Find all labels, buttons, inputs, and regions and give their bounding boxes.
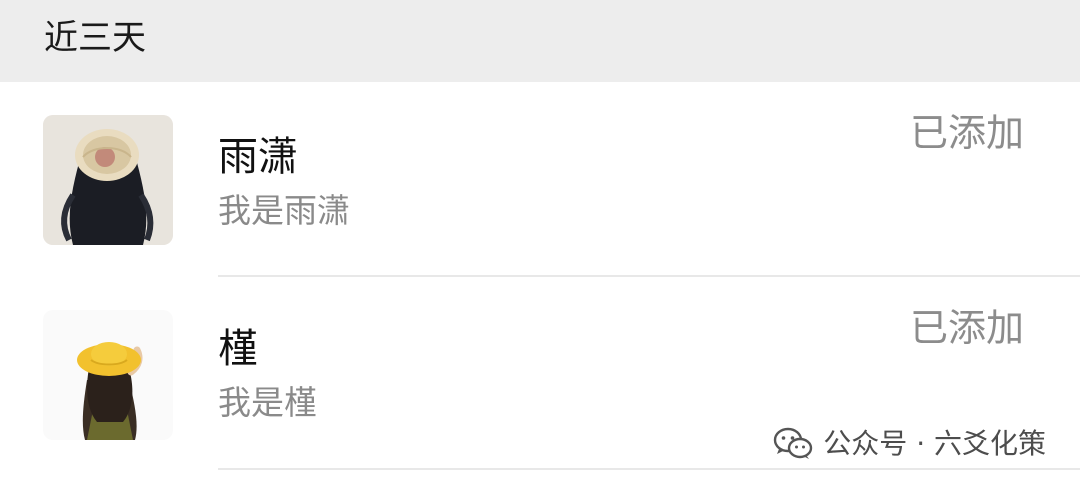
watermark: 公众号 · 六爻化策 — [773, 424, 1046, 464]
section-title: 近三天 — [44, 18, 146, 58]
watermark-text: 公众号 · 六爻化策 — [823, 427, 1046, 460]
avatar-girl-yellow-hat-icon — [43, 310, 173, 440]
list-item[interactable]: 雨潇 我是雨潇 已添加 — [0, 82, 1080, 272]
divider — [218, 468, 1080, 470]
wechat-icon — [774, 427, 813, 459]
added-status: 已添加 — [909, 111, 1024, 155]
added-status: 已添加 — [909, 306, 1024, 350]
avatar[interactable] — [43, 115, 173, 245]
section-header: 近三天 — [0, 0, 1080, 82]
contact-message: 我是雨潇 — [218, 191, 350, 230]
contact-name: 槿 — [218, 326, 258, 372]
avatar[interactable] — [43, 310, 173, 440]
avatar-girl-dark-hair-icon — [43, 115, 173, 245]
contact-name: 雨潇 — [218, 134, 298, 180]
contact-message: 我是槿 — [218, 383, 317, 422]
